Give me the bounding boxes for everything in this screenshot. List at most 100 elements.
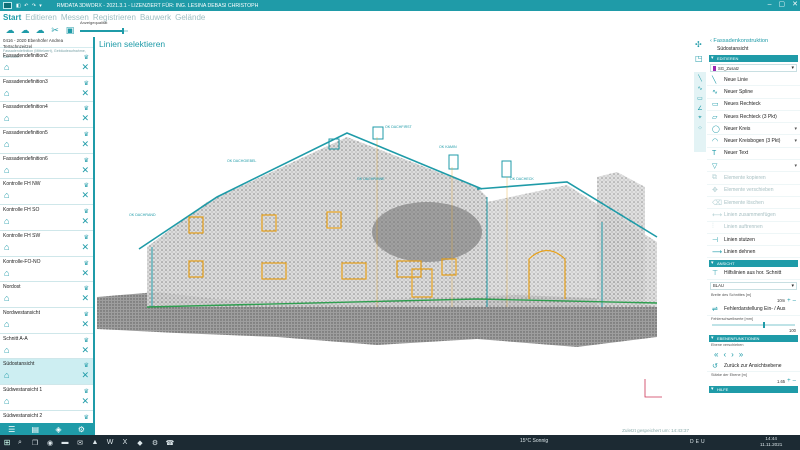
crown-icon[interactable]: ♛ xyxy=(84,234,89,241)
cloud-sync-icon[interactable]: ☁ xyxy=(34,25,46,35)
decrement-icon[interactable]: – xyxy=(793,378,796,384)
fehler-slider-thumb[interactable] xyxy=(763,322,766,329)
delete-icon[interactable]: ✕ xyxy=(81,396,89,406)
crown-icon[interactable]: ♛ xyxy=(84,157,89,164)
crown-icon[interactable]: ♛ xyxy=(84,105,89,112)
tool-item[interactable]: ╲ Neue Linie xyxy=(707,74,800,87)
tool-item[interactable]: ⟷ Linien zusammenfügen xyxy=(707,209,800,222)
tool-item[interactable]: T Neuer Text xyxy=(707,148,800,161)
measure-icon[interactable]: ◳ xyxy=(695,54,703,63)
crown-icon[interactable]: ♛ xyxy=(84,337,89,344)
section-hilfe[interactable]: HILFE xyxy=(709,386,798,394)
settings-app-icon[interactable]: ⚙ xyxy=(149,439,161,447)
view-list-item[interactable]: Kontrolle FH NW ⌂ ♛ ✕ xyxy=(0,179,93,206)
taskbar-clock[interactable]: 14:44 11.11.2021 xyxy=(760,436,782,448)
crown-icon[interactable]: ♛ xyxy=(84,285,89,292)
crown-icon[interactable]: ♛ xyxy=(84,54,89,61)
angle-tool-icon[interactable]: ∠ xyxy=(697,105,702,112)
tool-item[interactable]: ∿ Neuer Spline xyxy=(707,86,800,99)
view-list-item[interactable]: Südwestansicht 1 ⌂ ♛ ✕ xyxy=(0,385,93,411)
delete-icon[interactable]: ✕ xyxy=(81,217,89,226)
system-tray[interactable]: DEU xyxy=(690,439,707,445)
tools-icon[interactable]: ✂ xyxy=(49,25,61,35)
delete-icon[interactable]: ✕ xyxy=(81,114,89,123)
navigation-icon[interactable]: ✣ xyxy=(695,40,703,49)
phone-icon[interactable]: ☎ xyxy=(164,439,176,447)
tool-item[interactable]: ◠ Neuer Kreisbogen (3 Pkt) ▾ xyxy=(707,135,800,148)
tool-item[interactable]: ⟶ Linien dehnen xyxy=(707,246,800,259)
left-icon[interactable]: ‹ xyxy=(723,350,726,359)
view-list-item[interactable]: Fassadendefinition2 ⌂ ♛ ✕ xyxy=(0,51,93,77)
fehler-threshold-slider[interactable] xyxy=(712,322,795,329)
section-editieren[interactable]: EDITIEREN xyxy=(709,55,798,62)
view-list-item[interactable]: Schnitt A-A ⌂ ♛ ✕ xyxy=(0,334,93,360)
view-list-item[interactable]: Nordost ⌂ ♛ ✕ xyxy=(0,282,93,308)
delete-icon[interactable]: ✕ xyxy=(81,268,89,278)
maximize-icon[interactable]: ▢ xyxy=(779,1,786,9)
right-icon[interactable]: › xyxy=(731,350,734,359)
excel-icon[interactable]: X xyxy=(119,439,131,446)
delete-icon[interactable]: ✕ xyxy=(81,140,89,149)
rect-tool-icon[interactable]: ▭ xyxy=(697,95,703,102)
crown-icon[interactable]: ♛ xyxy=(84,260,89,267)
search-icon[interactable]: ⌕ xyxy=(14,439,26,447)
snap-tool-icon[interactable]: ⌖ xyxy=(698,115,701,122)
view-list-item[interactable]: Kontrolle FH SO ⌂ ♛ ✕ xyxy=(0,205,93,231)
crown-icon[interactable]: ♛ xyxy=(84,414,89,421)
increment-icon[interactable]: + xyxy=(787,378,791,384)
delete-icon[interactable]: ✕ xyxy=(81,345,89,355)
crown-icon[interactable]: ♛ xyxy=(84,80,89,87)
windows-start-icon[interactable]: ⊞ xyxy=(0,438,14,447)
crown-icon[interactable]: ♛ xyxy=(84,362,89,369)
delete-icon[interactable]: ✕ xyxy=(81,242,89,252)
view-list-item[interactable]: Kontrolle-FO-NO ⌂ ♛ ✕ xyxy=(0,257,93,283)
points-tool-icon[interactable]: ⁘ xyxy=(697,125,702,132)
delete-icon[interactable]: ✕ xyxy=(81,191,89,200)
mail-icon[interactable]: ✉ xyxy=(74,439,86,447)
staerke-stepper[interactable]: 1.65 + – xyxy=(707,378,800,384)
image-icon[interactable]: ▣ xyxy=(64,25,76,35)
delete-icon[interactable]: ✕ xyxy=(81,88,89,98)
minimize-icon[interactable]: – xyxy=(768,1,772,9)
delete-icon[interactable]: ✕ xyxy=(81,165,89,175)
delete-icon[interactable]: ✕ xyxy=(81,319,89,329)
view-list-item[interactable]: Nordwestansicht ⌂ ♛ ✕ xyxy=(0,308,93,334)
view-list-item[interactable]: Fassadendefinition3 ⌂ ♛ ✕ xyxy=(0,77,93,103)
tool-item[interactable]: ⊣ Linien stutzen xyxy=(707,234,800,247)
tab-bauwerk[interactable]: Bauwerk xyxy=(140,13,171,22)
app-3dworx-icon[interactable]: ◆ xyxy=(134,439,146,447)
view-list-item[interactable]: Fassadendefinition5 ⌂ ♛ ✕ xyxy=(0,128,93,154)
close-icon[interactable]: ✕ xyxy=(792,1,798,9)
section-ansicht[interactable]: ANSICHT xyxy=(709,260,798,268)
tab-editieren[interactable]: Editieren xyxy=(25,13,57,22)
zurueck-button[interactable]: ↺ Zurück zur Ansichtsebene xyxy=(707,360,800,373)
drawing-canvas[interactable]: Linien selektieren OK DACHGIEBEL OK DACHF… xyxy=(97,37,693,435)
hilfslinien-layer-select[interactable]: BLAU ▾ xyxy=(710,281,797,290)
browser-icon[interactable]: ◉ xyxy=(44,439,56,447)
section-ebenen[interactable]: EBENENFUNKTIONEN xyxy=(709,335,798,343)
tool-item[interactable]: ✥ Elemente verschieben xyxy=(707,185,800,197)
crown-icon[interactable]: ♛ xyxy=(84,311,89,318)
tool-item[interactable]: ▭ Neues Rechteck xyxy=(707,99,800,111)
layers-icon[interactable]: ☰ xyxy=(8,425,15,434)
tool-item[interactable]: ▽ ▾ xyxy=(707,160,800,173)
tool-item[interactable]: ◯ Neuer Kreis ▾ xyxy=(707,123,800,136)
spline-tool-icon[interactable]: ∿ xyxy=(697,85,702,92)
view-list-item[interactable]: Südostansicht ⌂ ♛ ✕ xyxy=(0,359,93,385)
tool-item[interactable]: ⧉ Elemente kopieren xyxy=(707,172,800,185)
quick-access-toolbar[interactable]: ◧ ↶ ↷ ▾ xyxy=(16,3,43,9)
crown-icon[interactable]: ♛ xyxy=(84,182,89,189)
weather-widget[interactable]: 15°C Sonnig xyxy=(520,438,548,444)
settings-icon[interactable]: ⚙ xyxy=(78,425,85,434)
quality-slider-thumb[interactable] xyxy=(122,28,125,34)
tab-gelaende[interactable]: Gelände xyxy=(175,13,205,22)
crown-icon[interactable]: ♛ xyxy=(84,388,89,395)
cloud-save-icon[interactable]: ☁ xyxy=(19,25,31,35)
double-left-icon[interactable]: « xyxy=(714,350,718,359)
folder-icon[interactable]: ▤ xyxy=(32,425,40,434)
fehler-toggle[interactable]: ⇌ Fehlerdarstellung Ein- / Aus xyxy=(707,304,800,317)
pdf-icon[interactable]: ▲ xyxy=(89,439,101,446)
hilfslinien-toggle[interactable]: ⊤ Hilfslinien aus hor. Schnitt xyxy=(707,267,800,280)
double-right-icon[interactable]: » xyxy=(739,350,743,359)
tool-item[interactable]: ⫶ Linien auftrennen xyxy=(707,222,800,234)
